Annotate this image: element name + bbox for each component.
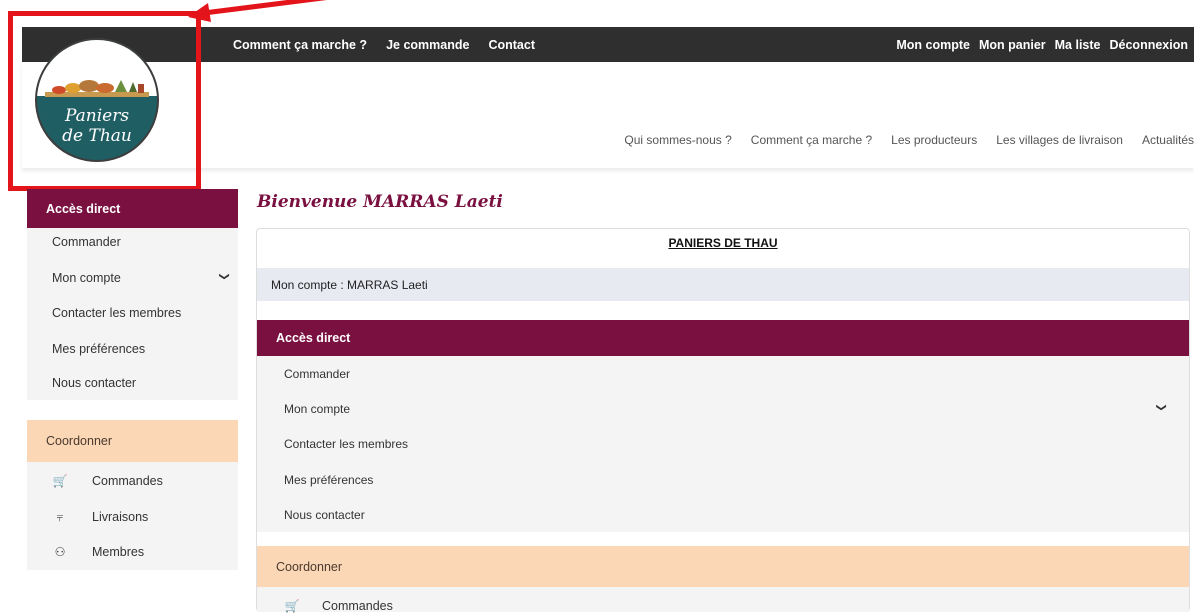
account-row: Mon compte : MARRAS Laeti: [257, 268, 1189, 301]
main-item-contact-us[interactable]: Nous contacter: [284, 508, 365, 522]
main-nav-how-it-works[interactable]: Comment ça marche ?: [751, 133, 872, 147]
top-nav-contact[interactable]: Contact: [488, 38, 535, 52]
main-heading-coordinate: Coordonner: [257, 546, 1189, 587]
sidebar-item-orders[interactable]: Commandes: [92, 474, 163, 488]
users-icon: ⚇: [54, 545, 66, 559]
sidebar-heading-coordinate: Coordonner: [27, 420, 238, 462]
sidebar-item-account-label: Mon compte: [52, 271, 121, 285]
sidebar-item-contact-us[interactable]: Nous contacter: [52, 376, 136, 390]
main-item-preferences[interactable]: Mes préférences: [284, 473, 373, 487]
annotation-box: [8, 11, 201, 191]
sidebar-heading-direct-access: Accès direct: [27, 189, 238, 228]
top-nav-list[interactable]: Ma liste: [1055, 38, 1101, 52]
main-nav: Qui sommes-nous ? Comment ça marche ? Le…: [605, 133, 1194, 147]
sidebar-item-deliveries[interactable]: Livraisons: [92, 510, 148, 524]
main-item-contact-members[interactable]: Contacter les membres: [284, 437, 408, 451]
top-nav-logout[interactable]: Déconnexion: [1110, 38, 1189, 52]
main-nav-news[interactable]: Actualités: [1142, 133, 1194, 147]
main-item-orders[interactable]: Commandes: [322, 599, 393, 613]
main-menu: Commander Mon compte ❯ Contacter les mem…: [257, 356, 1189, 532]
sidebar-menu: Commander Mon compte ❯ Contacter les mem…: [27, 228, 238, 400]
sidebar-item-account[interactable]: Mon compte ❯: [52, 271, 238, 285]
main-coordinate-menu: 🛒 Commandes: [257, 587, 1189, 613]
main-nav-about[interactable]: Qui sommes-nous ?: [624, 133, 731, 147]
sidebar-item-contact-members[interactable]: Contacter les membres: [52, 306, 181, 320]
main-item-order[interactable]: Commander: [284, 367, 350, 381]
cart-icon: 🛒: [284, 599, 300, 613]
sidebar-item-order[interactable]: Commander: [52, 235, 121, 249]
chevron-down-icon[interactable]: ❯: [1155, 403, 1166, 411]
sidebar-item-preferences[interactable]: Mes préférences: [52, 342, 145, 356]
main-item-account[interactable]: Mon compte ❯: [284, 402, 1177, 416]
main-heading-direct-access: Accès direct: [257, 320, 1189, 356]
sidebar-item-members[interactable]: Membres: [92, 545, 144, 559]
main-item-account-label: Mon compte: [284, 402, 351, 416]
welcome-heading: Bienvenue MARRAS Laeti: [257, 192, 503, 212]
chevron-down-icon[interactable]: ❯: [218, 272, 229, 280]
sidebar-coordinate-menu: 🛒 Commandes ⫧ Livraisons ⚇ Membres: [27, 462, 238, 570]
main-nav-producers[interactable]: Les producteurs: [891, 133, 977, 147]
dolly-icon: ⫧: [56, 510, 64, 524]
main-nav-villages[interactable]: Les villages de livraison: [996, 133, 1123, 147]
top-nav-how-it-works[interactable]: Comment ça marche ?: [233, 38, 367, 52]
top-nav-order[interactable]: Je commande: [386, 38, 469, 52]
top-nav-account[interactable]: Mon compte: [896, 38, 970, 52]
top-nav-basket[interactable]: Mon panier: [979, 38, 1046, 52]
panel-title[interactable]: PANIERS DE THAU: [256, 236, 1190, 250]
cart-icon: 🛒: [52, 474, 68, 488]
annotation-arrow: [188, 0, 327, 22]
top-nav-left: Comment ça marche ? Je commande Contact: [233, 27, 554, 62]
top-nav-right: Mon compte Mon panier Ma liste Déconnexi…: [887, 27, 1188, 62]
